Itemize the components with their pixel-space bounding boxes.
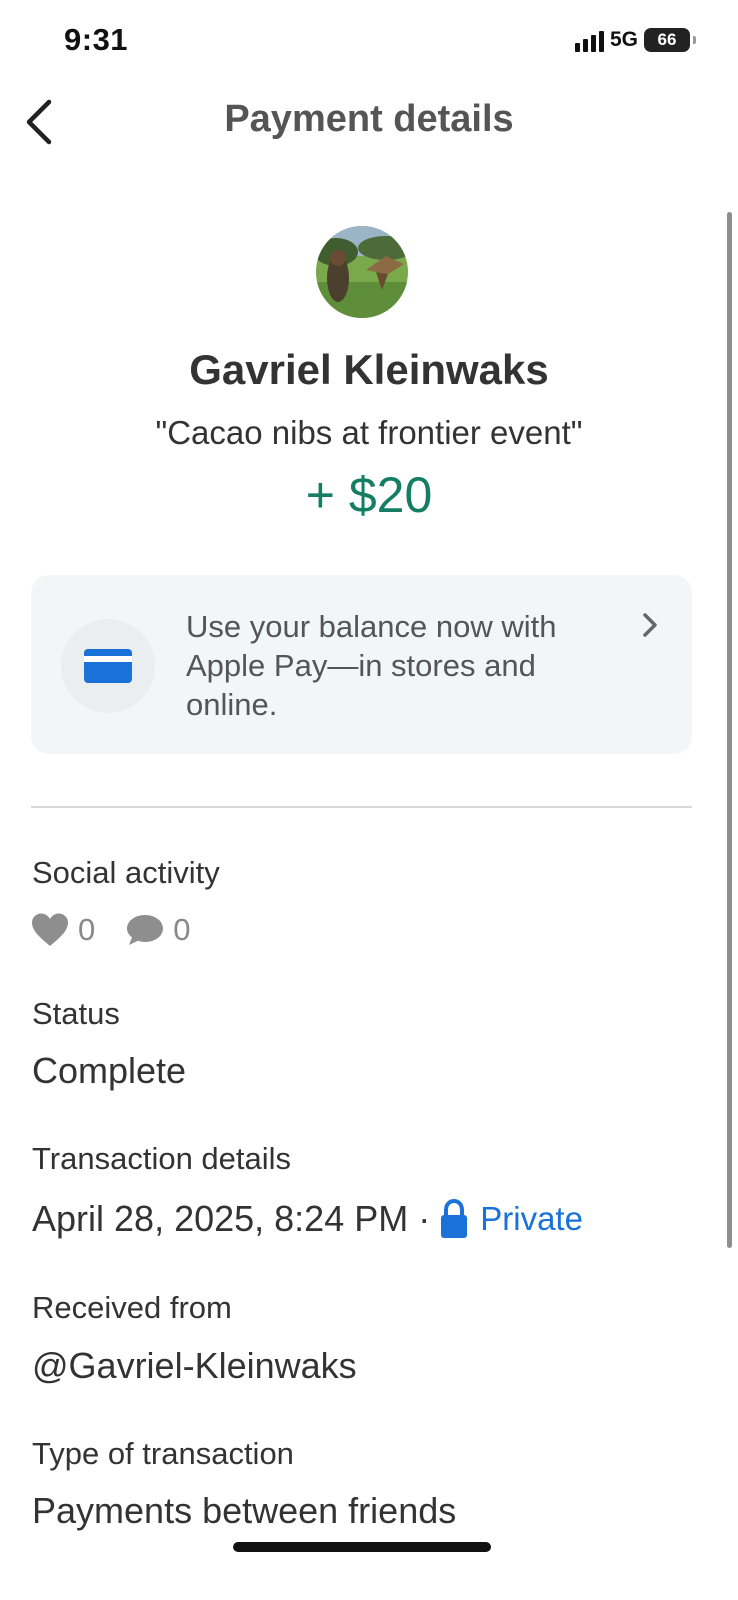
home-indicator[interactable] (233, 1542, 491, 1552)
promo-text: Use your balance now with Apple Pay—in s… (186, 609, 557, 722)
page-title: Payment details (224, 98, 514, 140)
payment-note: "Cacao nibs at frontier event" (155, 414, 583, 451)
received-from-label: Received from (32, 1290, 232, 1325)
header: Payment details (0, 84, 738, 160)
transaction-details-row: April 28, 2025, 8:24 PM · Private (32, 1196, 583, 1242)
lock-icon (441, 1199, 468, 1238)
social-activity-row: 0 0 (30, 908, 191, 952)
divider (31, 806, 692, 808)
status-indicators: 5G 66 (574, 28, 696, 52)
transaction-details-label: Transaction details (32, 1141, 292, 1176)
signal-icon (574, 28, 604, 52)
card-icon (84, 649, 132, 683)
chevron-right-icon (643, 613, 657, 637)
status-value: Complete (32, 1050, 187, 1091)
transaction-type-value: Payments between friends (32, 1490, 457, 1531)
avatar[interactable] (316, 226, 408, 318)
promo-icon-circle (61, 619, 155, 713)
social-activity-label: Social activity (32, 855, 220, 890)
likes-count: 0 (78, 912, 96, 947)
apple-pay-promo-card[interactable]: Use your balance now with Apple Pay—in s… (31, 575, 692, 754)
received-from-value[interactable]: @Gavriel-Kleinwaks (32, 1345, 357, 1387)
network-type: 5G (609, 28, 638, 51)
heart-icon[interactable] (30, 912, 70, 948)
status-bar: 9:31 5G 66 (0, 0, 738, 84)
payment-amount: + $20 (305, 467, 433, 523)
comments-count: 0 (173, 912, 191, 947)
transaction-date: April 28, 2025, 8:24 PM (32, 1198, 409, 1239)
privacy-setting[interactable]: Private (440, 1199, 583, 1239)
battery-level: 66 (657, 30, 677, 49)
comment-icon[interactable] (125, 913, 165, 947)
profile-name[interactable]: Gavriel Kleinwaks (0, 346, 738, 394)
battery-icon: 66 (644, 28, 696, 52)
status-time: 9:31 (64, 22, 129, 57)
status-label: Status (32, 996, 120, 1031)
transaction-type-label: Type of transaction (32, 1436, 294, 1471)
separator: · (418, 1198, 431, 1239)
avatar-photo (316, 226, 408, 318)
privacy-label: Private (480, 1200, 583, 1237)
